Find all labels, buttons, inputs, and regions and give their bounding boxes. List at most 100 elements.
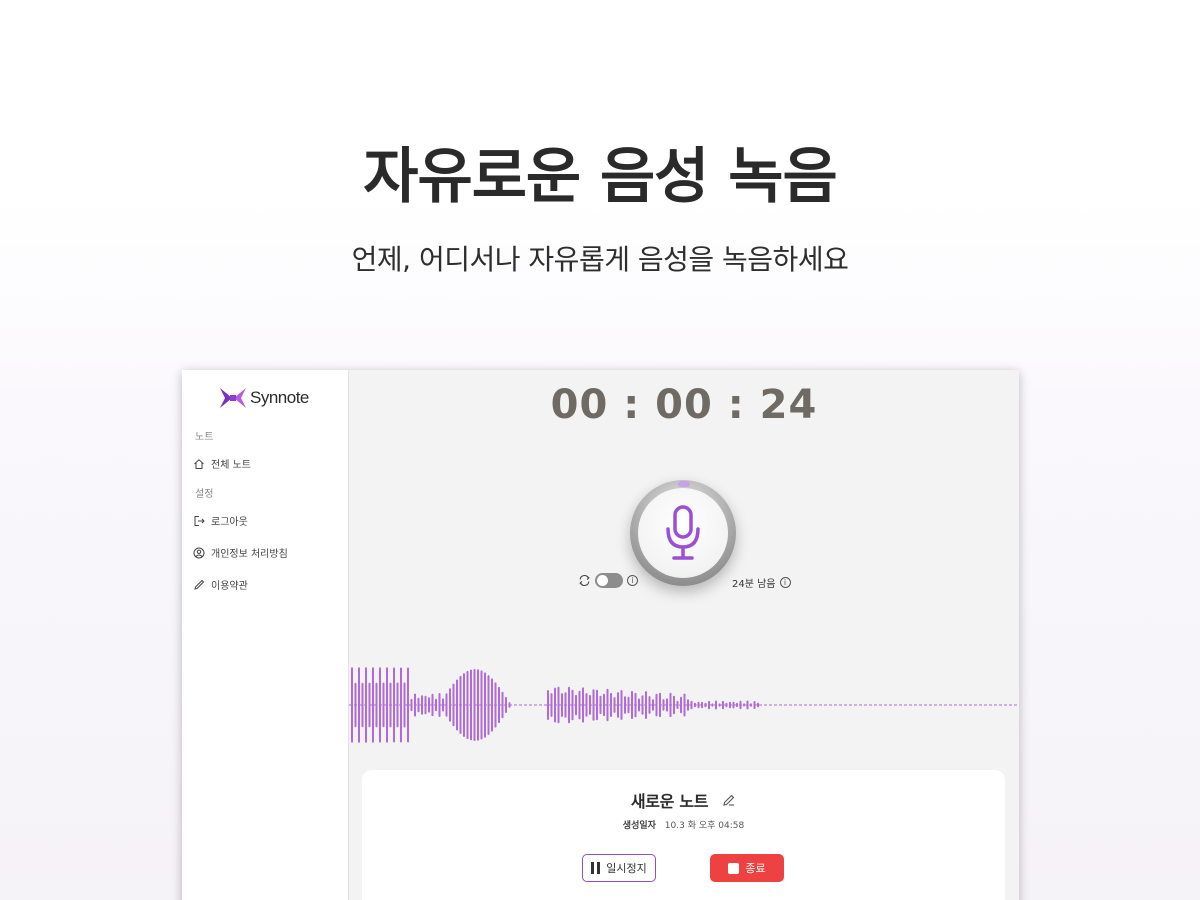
edit-icon[interactable] xyxy=(722,793,736,807)
synnote-logo-icon xyxy=(220,388,246,408)
waveform-bar xyxy=(575,694,577,716)
waveform-bar xyxy=(393,667,395,743)
waveform-bar xyxy=(568,686,570,724)
toggle-knob xyxy=(597,575,608,586)
auto-mode-toggle[interactable] xyxy=(595,573,623,588)
hero-subtitle: 언제, 어디서나 자유롭게 음성을 녹음하세요 xyxy=(351,243,849,276)
waveform-bar xyxy=(680,696,682,714)
waveform-bar xyxy=(470,669,472,741)
waveform-bar xyxy=(634,692,637,718)
logo[interactable]: Synnote xyxy=(218,386,309,410)
waveform-bar xyxy=(659,692,661,718)
waveform-bar xyxy=(596,689,598,721)
waveform-bar xyxy=(473,669,476,741)
waveform-bar xyxy=(498,686,500,724)
waveform-bar xyxy=(711,703,714,707)
waveform-bar xyxy=(683,693,686,717)
waveform-bar xyxy=(442,698,444,712)
recording-timer: 00 : 00 : 24 xyxy=(550,382,818,428)
waveform-bar xyxy=(452,683,455,727)
waveform-bar xyxy=(648,696,651,714)
waveform-bar xyxy=(743,703,745,707)
waveform-bar xyxy=(463,673,465,737)
audio-waveform xyxy=(349,667,1019,743)
stop-button[interactable]: 종료 xyxy=(710,854,784,882)
waveform-bar xyxy=(466,670,469,740)
waveform-bar xyxy=(746,700,749,710)
waveform-bar xyxy=(578,690,581,720)
waveform-bar xyxy=(414,693,416,717)
stop-label: 종료 xyxy=(745,862,766,875)
waveform-bar xyxy=(631,690,633,719)
waveform-bar xyxy=(435,698,437,712)
info-icon[interactable]: i xyxy=(779,577,791,588)
waveform-bar xyxy=(501,691,504,719)
section-label-notes: 노트 xyxy=(195,432,214,443)
waveform-bar xyxy=(592,689,595,721)
waveform-bar xyxy=(421,695,423,715)
pause-button[interactable]: 일시정지 xyxy=(582,854,656,882)
waveform-bar xyxy=(645,691,647,719)
sidebar-item-label: 전체 노트 xyxy=(211,460,251,471)
sidebar-item-label: 로그아웃 xyxy=(211,517,248,528)
logo-text: Synnote xyxy=(250,388,309,407)
sidebar-item-logout[interactable]: 로그아웃 xyxy=(193,513,248,528)
waveform-bar xyxy=(403,682,406,728)
waveform-bar xyxy=(487,675,490,735)
waveform-bar xyxy=(547,690,549,720)
waveform-bar xyxy=(480,670,483,740)
waveform-bar xyxy=(757,702,759,708)
sidebar-item-label: 이용약관 xyxy=(211,581,248,592)
waveform-bar xyxy=(484,672,486,738)
waveform-bar xyxy=(361,682,364,728)
logout-icon xyxy=(194,515,205,526)
waveform-bar xyxy=(459,675,462,734)
sidebar-item-privacy[interactable]: 개인정보 처리방침 xyxy=(193,545,288,560)
info-icon[interactable]: i xyxy=(627,575,638,586)
waveform-bar xyxy=(666,698,668,712)
waveform-bar xyxy=(494,682,497,728)
note-title-row: 새로운 노트 xyxy=(362,788,1005,812)
created-value: 10.3 화 오후 04:58 xyxy=(664,821,745,831)
recorder-main: 00 : 00 : 24 i 24분 남음 i 새로운 노트 생성일자 10.3… xyxy=(349,370,1019,900)
waveform-bar xyxy=(599,695,602,715)
waveform-bar xyxy=(638,698,640,712)
waveform-bar xyxy=(610,692,612,717)
waveform-bar xyxy=(351,667,353,743)
waveform-bar xyxy=(603,693,605,717)
app-window: Synnote 노트 전체 노트 설정 로그아웃 개인정보 처리방침 이용약관 … xyxy=(182,370,1019,900)
sidebar-item-terms[interactable]: 이용약관 xyxy=(193,577,248,592)
waveform-bar xyxy=(718,703,721,707)
waveform-bar xyxy=(372,667,374,743)
waveform-bar xyxy=(662,699,665,711)
waveform-bar xyxy=(729,701,731,709)
created-label: 생성일자 xyxy=(622,821,656,831)
note-meta: 생성일자 10.3 화 오후 04:58 xyxy=(362,818,1005,831)
waveform-bar xyxy=(613,697,616,713)
waveform-bar xyxy=(358,667,360,743)
waveform-bar xyxy=(571,689,574,721)
record-button[interactable] xyxy=(630,480,736,586)
waveform-bar xyxy=(694,702,696,708)
remaining-time: 24분 남음 i xyxy=(732,575,791,590)
waveform-bar xyxy=(725,702,728,708)
waveform-bar xyxy=(456,679,458,731)
waveform-bar xyxy=(410,698,413,712)
waveform-bar xyxy=(697,701,700,709)
waveform-bar xyxy=(606,688,609,722)
waveform-bar xyxy=(589,695,591,715)
stop-icon xyxy=(728,862,740,874)
waveform-bar xyxy=(624,696,626,714)
waveform-bar xyxy=(652,699,654,711)
pencil-icon xyxy=(194,579,205,590)
waveform-bar xyxy=(701,701,703,709)
waveform-bar xyxy=(641,695,644,715)
waveform-bar xyxy=(750,703,752,707)
waveform-bar xyxy=(690,700,693,710)
waveform-bar xyxy=(428,697,430,713)
remaining-time-text: 24분 남음 xyxy=(732,579,776,590)
waveform-bar xyxy=(739,700,742,710)
waveform-bar xyxy=(389,682,392,728)
note-title: 새로운 노트 xyxy=(630,792,709,811)
sidebar-item-all-notes[interactable]: 전체 노트 xyxy=(193,456,251,471)
